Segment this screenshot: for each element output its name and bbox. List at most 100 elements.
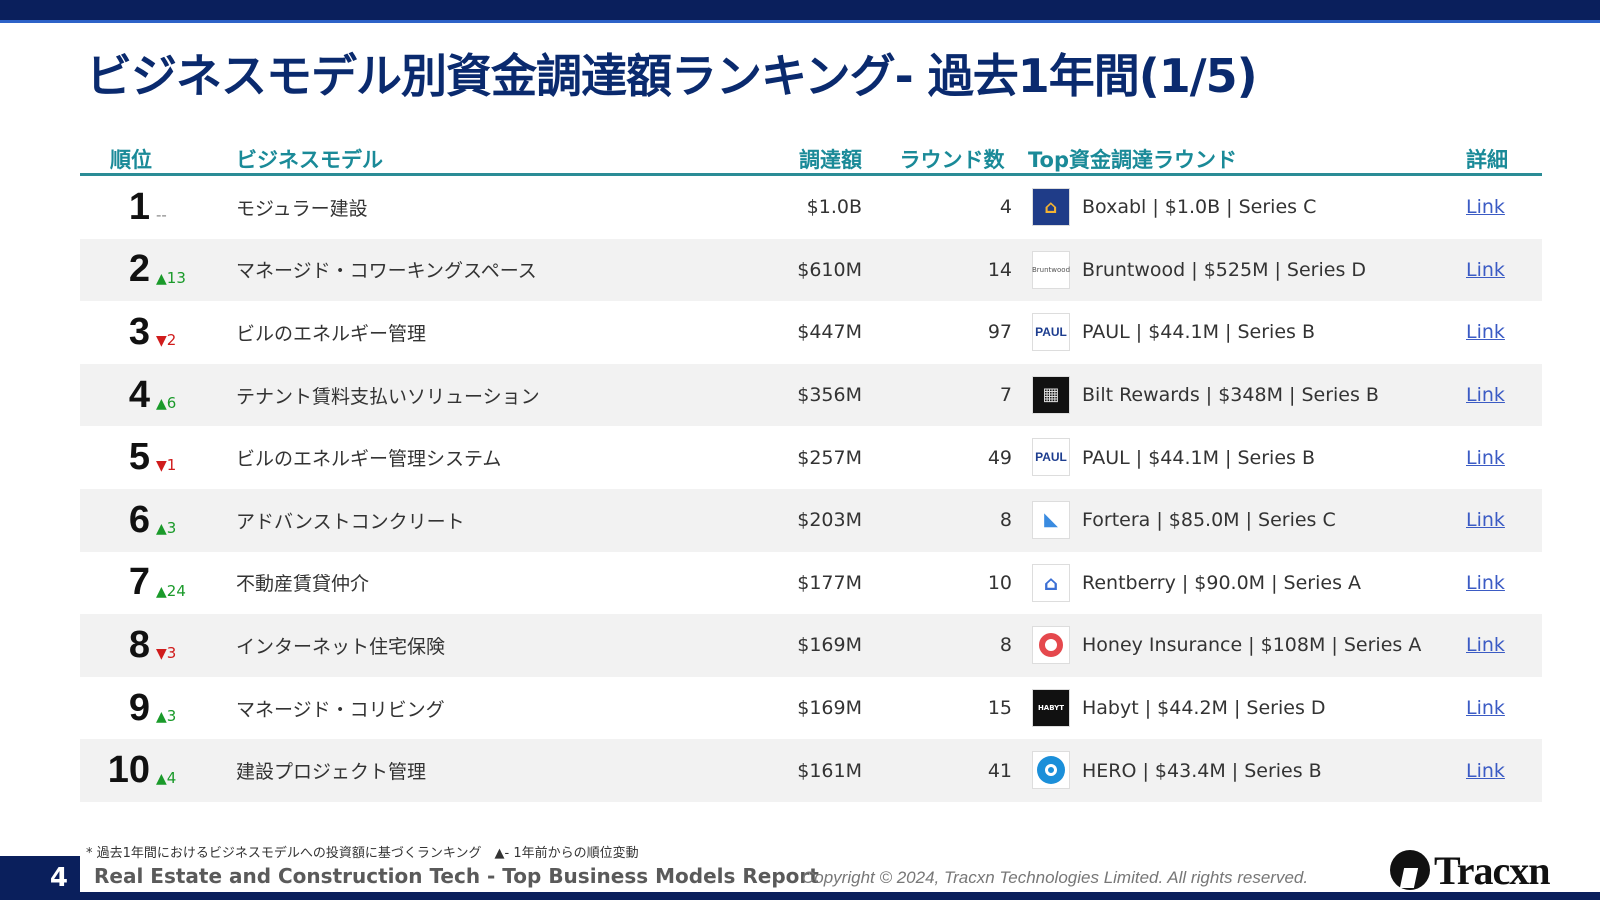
top-funding-round: Habyt | $44.2M | Series D	[1082, 697, 1326, 720]
detail-link[interactable]: Link	[1466, 176, 1505, 239]
business-model: アドバンストコンクリート	[236, 510, 465, 533]
copyright: Copyright © 2024, Tracxn Technologies Li…	[802, 868, 1309, 887]
company-logo	[1032, 626, 1070, 665]
detail-link[interactable]: Link	[1466, 301, 1505, 364]
footnote: * 過去1年間におけるビジネスモデルへの投資額に基づくランキング ▲- 1年前か…	[86, 846, 639, 861]
logo-text: HABYT	[1037, 703, 1065, 712]
logo-text: Bruntwood	[1031, 265, 1071, 274]
top-funding-round: Fortera | $85.0M | Series C	[1082, 509, 1336, 532]
brand-logo: Tracxn	[1388, 847, 1550, 893]
logo-glyph: ⌂	[1044, 196, 1058, 218]
company-logo: ⌂	[1032, 563, 1070, 602]
company-logo: ◣	[1032, 500, 1070, 539]
detail-link[interactable]: Link	[1466, 614, 1505, 677]
round-count: 7	[999, 384, 1012, 407]
detail-link[interactable]: Link	[1466, 552, 1505, 615]
rank-change: ▲6	[156, 394, 176, 412]
rank-number: 9	[128, 686, 150, 729]
triangle-down-icon: ▼	[156, 458, 167, 475]
top-funding-round: Bruntwood | $525M | Series D	[1082, 258, 1367, 281]
funding-amount: $610M	[797, 258, 862, 281]
table-row: 5 ▼1 ビルのエネルギー管理システム $257M 49 PAUL PAUL | $44.1…	[80, 426, 1542, 489]
logo-glyph: ▦	[1042, 384, 1060, 406]
table-row: 9 ▲3 マネージド・コリビング $169M 15 HABYT Habyt | $44.2M…	[80, 677, 1542, 740]
table-row: 1 -- モジュラー建設 $1.0B 4 ⌂ Boxabl | $1.0B | Series…	[80, 176, 1542, 239]
bottom-bar	[0, 892, 1600, 900]
detail-link[interactable]: Link	[1466, 677, 1505, 740]
page-title: ビジネスモデル別資金調達額ランキング- 過去1年間(1/5)	[86, 49, 1258, 103]
logo-text: PAUL	[1035, 325, 1067, 340]
rank-number: 3	[128, 310, 150, 353]
triangle-up-icon: ▲	[156, 708, 167, 725]
funding-amount: $447M	[797, 321, 862, 344]
report-title: Real Estate and Construction Tech - Top …	[94, 864, 819, 888]
company-logo: PAUL	[1032, 438, 1070, 477]
round-count: 10	[987, 571, 1012, 594]
funding-amount: $203M	[797, 509, 862, 532]
triangle-up-icon: ▲	[156, 771, 167, 788]
logo-text: PAUL	[1035, 450, 1067, 465]
round-count: 8	[999, 634, 1012, 657]
rank-change: ▲24	[156, 582, 186, 600]
hero-logo-mark	[1037, 756, 1065, 785]
triangle-down-icon: ▼	[156, 646, 167, 663]
rank-change-value: 24	[166, 581, 186, 600]
detail-link[interactable]: Link	[1466, 364, 1505, 427]
honey-insurance-logo-ring	[1039, 633, 1063, 658]
round-count: 4	[999, 196, 1012, 219]
rank-number: 2	[128, 248, 150, 291]
funding-amount: $169M	[797, 634, 862, 657]
detail-link[interactable]: Link	[1466, 426, 1505, 489]
business-model: インターネット住宅保険	[236, 635, 446, 658]
top-funding-round: PAUL | $44.1M | Series B	[1082, 321, 1315, 344]
funding-amount: $169M	[797, 697, 862, 720]
round-count: 49	[987, 446, 1012, 469]
rank-change: ▲3	[156, 519, 176, 537]
table-row: 3 ▼2 ビルのエネルギー管理 $447M 97 PAUL PAUL | $44.1M | …	[80, 301, 1542, 364]
company-logo: HABYT	[1032, 688, 1070, 727]
business-model: 建設プロジェクト管理	[236, 761, 427, 784]
triangle-down-icon: ▼	[156, 333, 167, 350]
round-count: 15	[987, 697, 1012, 720]
table-row: 4 ▲6 テナント賃料支払いソリューション $356M 7 ▦ Bilt Rewards |…	[80, 363, 1542, 427]
table-body: 1 -- モジュラー建設 $1.0B 4 ⌂ Boxabl | $1.0B | Series…	[80, 176, 1542, 802]
company-logo	[1032, 751, 1070, 790]
rank-change-value: 4	[166, 769, 177, 788]
business-model: 不動産賃貸仲介	[236, 573, 370, 596]
column-header-model: ビジネスモデル	[236, 148, 383, 172]
rank-change-value: 6	[166, 393, 177, 412]
logo-glyph: ◣	[1044, 509, 1058, 531]
rank-number: 7	[128, 561, 150, 604]
rank-change: ▼2	[156, 331, 176, 349]
rank-number: 10	[107, 749, 150, 792]
top-funding-round: HERO | $43.4M | Series B	[1082, 759, 1322, 782]
round-count: 14	[987, 258, 1012, 281]
column-header-amount: 調達額	[799, 148, 862, 172]
table-row: 6 ▲3 アドバンストコンクリート $203M 8 ◣ Fortera | $85.0M |…	[80, 488, 1542, 552]
rank-number: 1	[128, 185, 150, 228]
detail-link[interactable]: Link	[1466, 739, 1505, 802]
business-model: モジュラー建設	[236, 197, 368, 220]
rank-change-value: 3	[166, 706, 177, 725]
top-funding-round: Rentberry | $90.0M | Series A	[1082, 571, 1362, 594]
funding-amount: $257M	[797, 446, 862, 469]
brand-name: Tracxn	[1434, 847, 1550, 893]
business-model: テナント賃料支払いソリューション	[236, 385, 540, 408]
rank-change-value: 2	[166, 331, 177, 350]
rank-change: ▲3	[156, 707, 176, 725]
rank-number: 8	[128, 623, 150, 666]
detail-link[interactable]: Link	[1466, 489, 1505, 552]
tracxn-logo-icon	[1390, 850, 1430, 890]
rank-change: ▲13	[156, 269, 186, 287]
business-model: ビルのエネルギー管理	[236, 322, 427, 345]
funding-amount: $356M	[797, 384, 862, 407]
rank-change: ▼3	[156, 644, 176, 662]
rank-number: 5	[128, 436, 150, 479]
rank-number: 4	[128, 373, 150, 416]
logo-glyph: ⌂	[1043, 570, 1059, 595]
rank-change: ▲4	[156, 769, 176, 787]
top-funding-round: Bilt Rewards | $348M | Series B	[1082, 384, 1379, 407]
business-model: マネージド・コリビング	[236, 698, 445, 721]
business-model: マネージド・コワーキングスペース	[236, 260, 537, 283]
detail-link[interactable]: Link	[1466, 239, 1505, 302]
